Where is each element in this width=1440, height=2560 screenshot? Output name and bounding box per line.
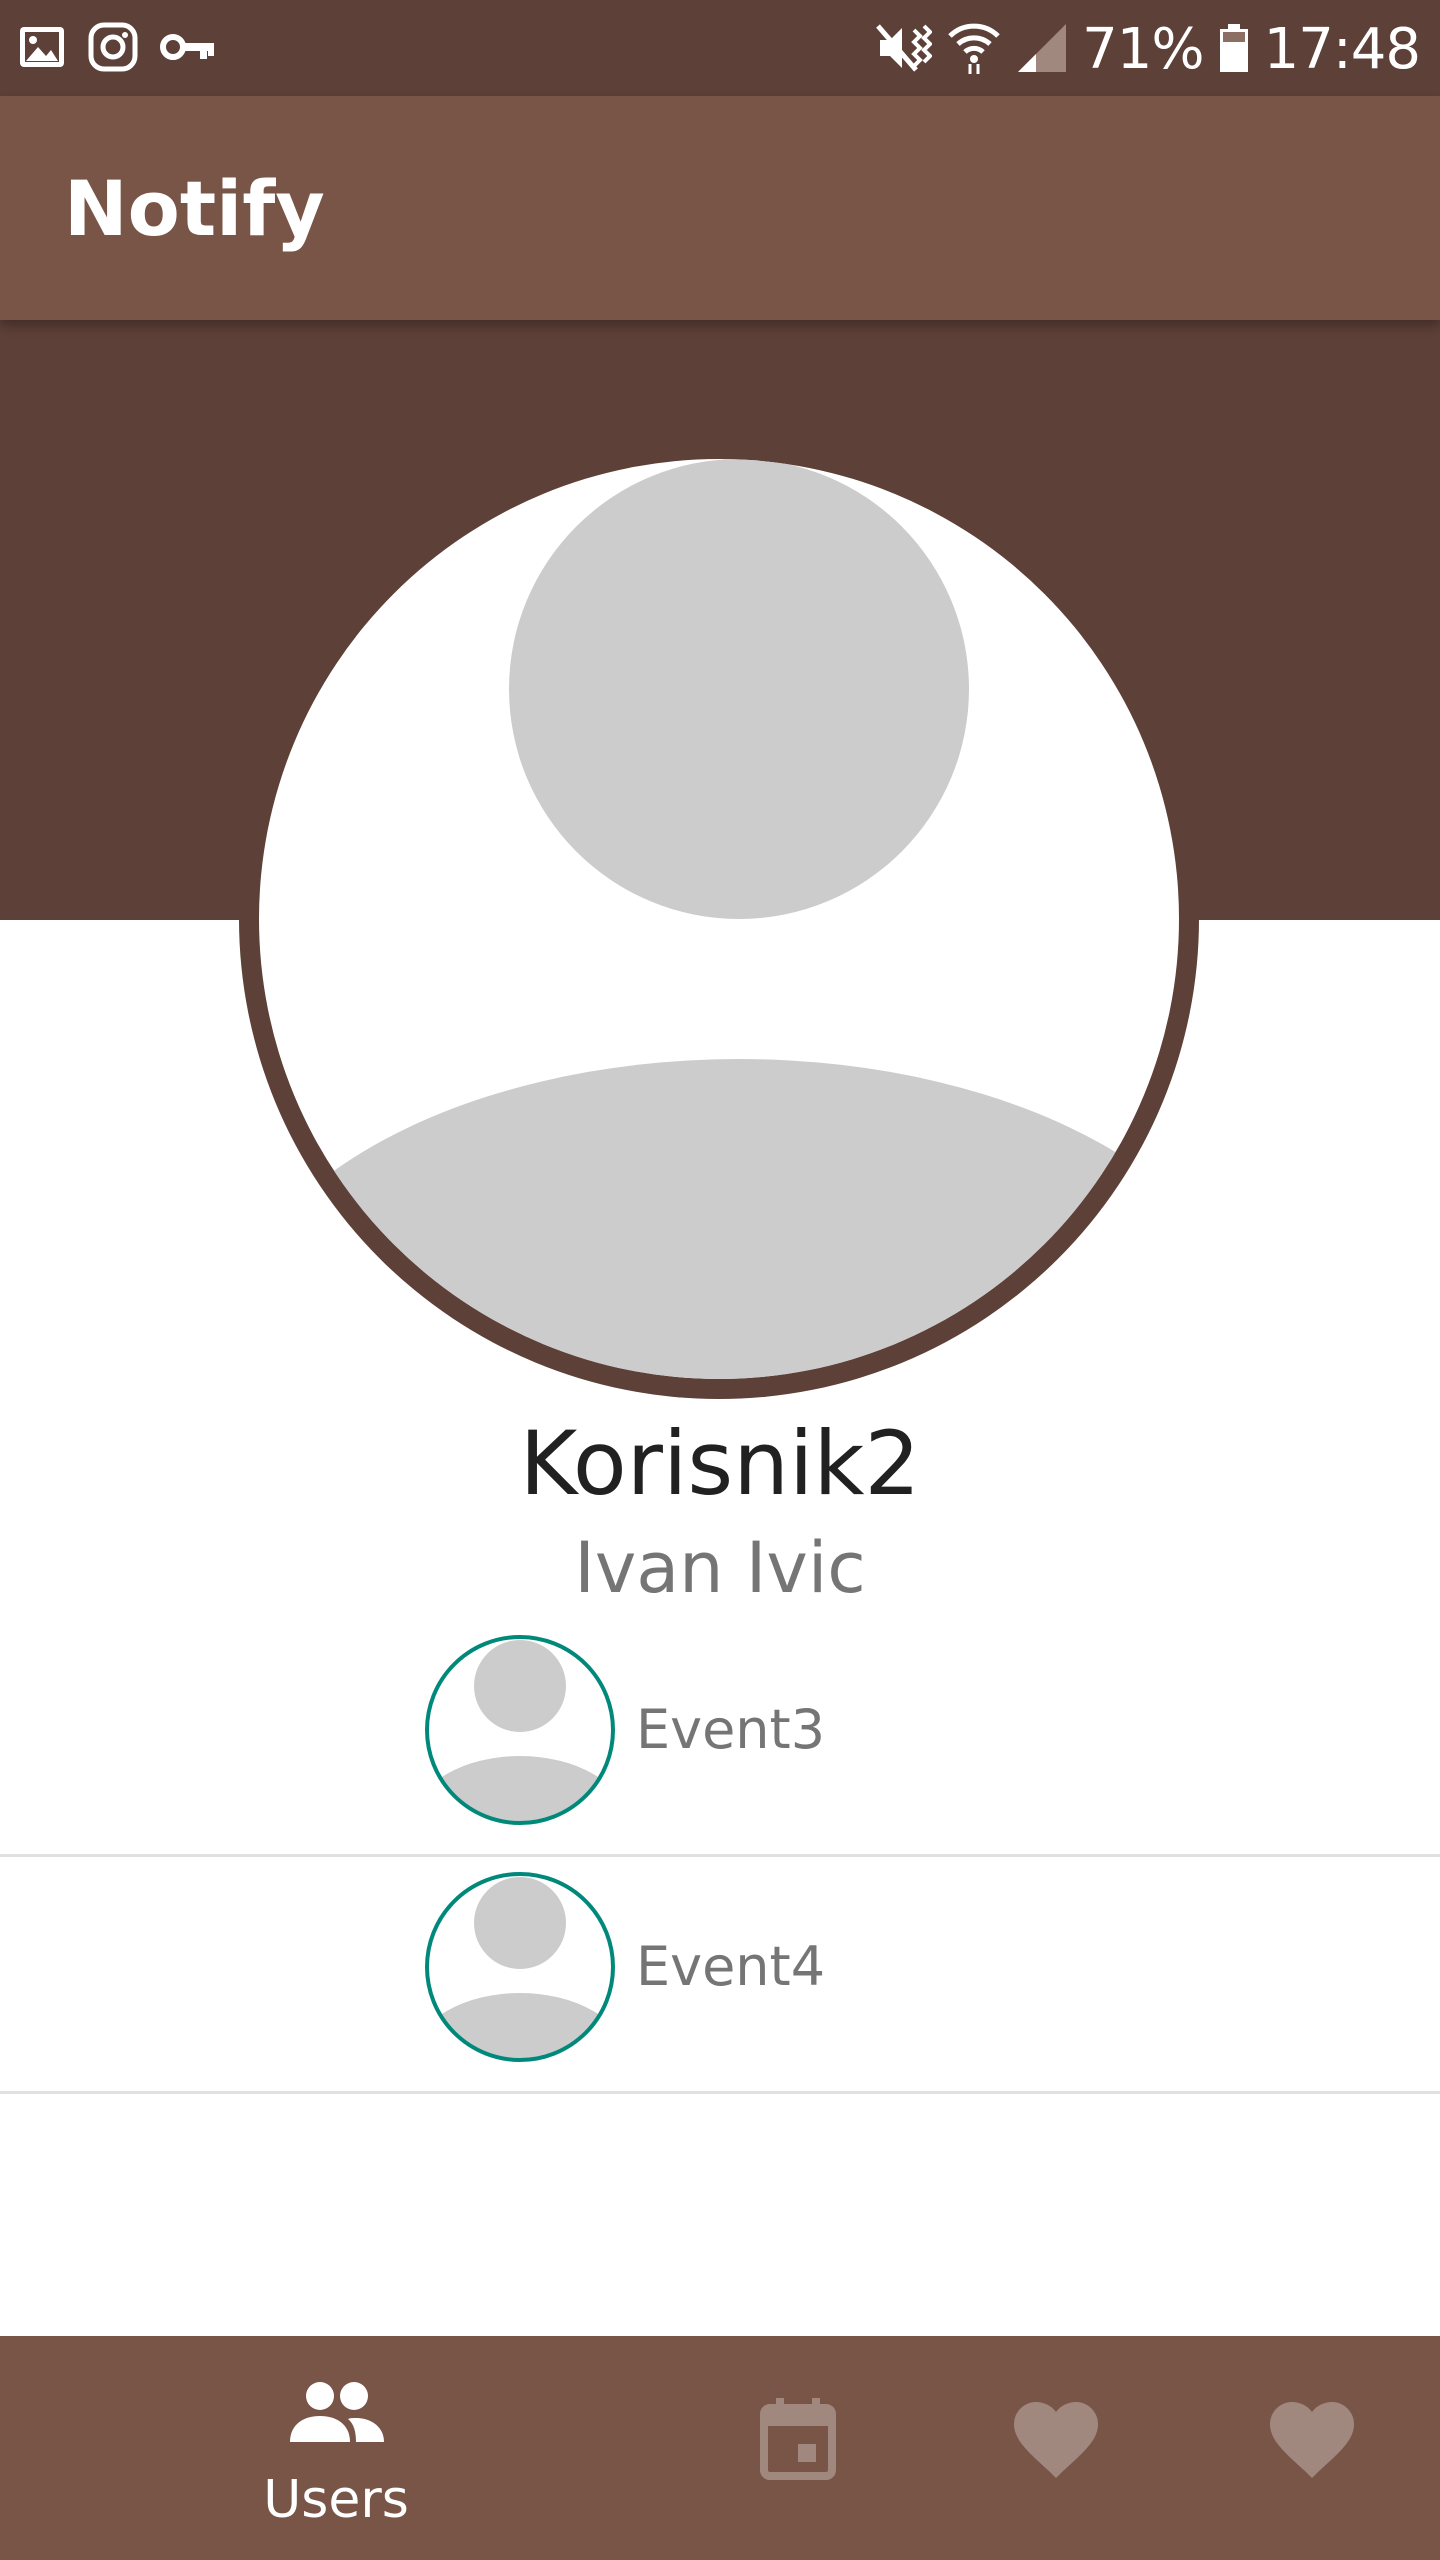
bottom-navigation: Users: [0, 2336, 1440, 2560]
avatar-placeholder-icon: [259, 459, 1179, 1379]
nav-tab-users[interactable]: Users: [220, 2336, 452, 2560]
battery-icon: [1218, 22, 1250, 78]
app-bar: Notify: [0, 96, 1440, 320]
event-name: Event4: [636, 1935, 826, 1998]
battery-percent: 71%: [1082, 17, 1204, 82]
status-icons-right: 71% 17:48: [876, 12, 1421, 88]
event-avatar: [424, 1634, 616, 1826]
mute-vibrate-icon: [876, 22, 933, 78]
heart-icon: [1014, 2402, 1098, 2484]
clock: 17:48: [1263, 17, 1421, 82]
cell-signal-icon: [1016, 22, 1068, 78]
vpn-key-icon: [160, 27, 216, 71]
avatar-placeholder-icon: [425, 1872, 615, 2062]
wifi-icon: [946, 22, 1002, 78]
status-icons-left: [18, 22, 216, 76]
event-list: Event3 Event4: [0, 1620, 1440, 2094]
nav-tab-favorites[interactable]: [1000, 2336, 1112, 2560]
event-name: Event3: [636, 1698, 826, 1761]
nav-tab-calendar[interactable]: [740, 2336, 860, 2560]
nav-tab-users-label: Users: [263, 2470, 409, 2530]
profile-full-name: Ivan Ivic: [574, 1527, 866, 1609]
status-bar: 71% 17:48: [0, 0, 1440, 96]
app-title: Notify: [64, 164, 325, 253]
event-list-item[interactable]: Event4: [0, 1857, 1440, 2094]
gallery-icon: [18, 23, 66, 75]
users-icon: [286, 2380, 386, 2448]
heart-icon: [1270, 2402, 1354, 2484]
event-avatar: [424, 1871, 616, 2063]
instagram-icon: [88, 22, 138, 76]
event-list-item[interactable]: Event3: [0, 1620, 1440, 1857]
calendar-icon: [760, 2398, 836, 2484]
nav-tab-favorites-2[interactable]: [1256, 2336, 1368, 2560]
profile-username: Korisnik2: [519, 1412, 921, 1515]
avatar-placeholder-icon: [425, 1635, 615, 1825]
profile-avatar[interactable]: [239, 439, 1199, 1399]
